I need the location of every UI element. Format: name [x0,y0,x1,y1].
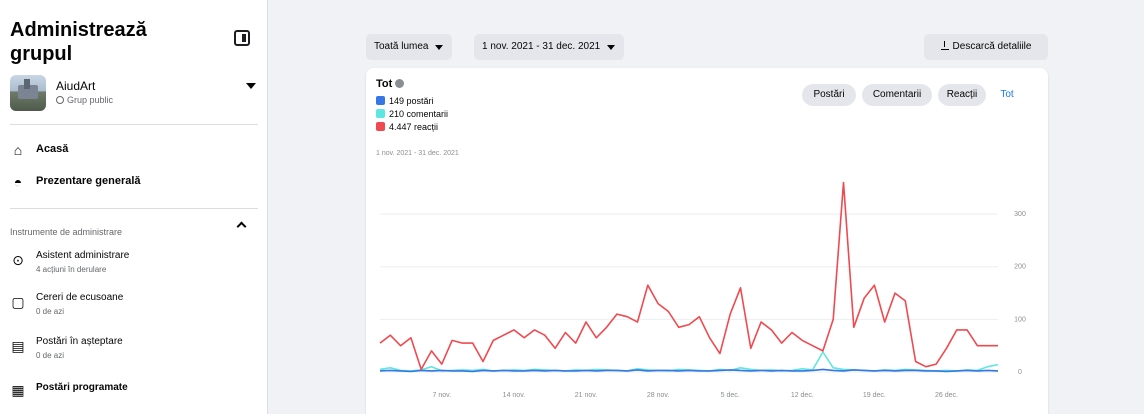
sidebar-item-sub: 0 de azi [36,307,65,316]
caret-down-icon [607,45,616,50]
card-title-text: Tot [376,78,393,90]
tab-posts[interactable]: Postări [802,84,856,106]
y-tick-label: 200 [1014,264,1026,271]
tab-all[interactable]: Tot [992,84,1022,106]
audience-filter-label: Toată lumea [374,41,429,52]
legend-swatch [376,122,385,131]
download-details-label: Descarcă detaliile [952,41,1032,52]
sidebar-item-label: Acasă [36,143,69,155]
sidebar-item-label: Postări programate [36,382,128,393]
y-tick-label: 0 [1018,369,1022,376]
y-tick-label: 300 [1014,211,1026,218]
activity-card: Tot 149 postări 210 comentarii 4.447 rea… [366,68,1048,414]
tab-reactions[interactable]: Reacții [938,84,986,106]
group-switcher[interactable]: AiudArt Grup public [10,75,260,115]
legend-swatch [376,109,385,118]
x-tick-label: 26 dec. [935,392,958,399]
sidebar-item-admin-assist[interactable]: ⊙ Asistent administrare 4 acțiuni în der… [10,248,260,276]
x-tick-label: 19 dec. [863,392,886,399]
group-privacy-label: Grup public [67,95,114,105]
sidebar-item-label: Asistent administrare [36,250,130,261]
x-tick-label: 7 nov. [433,392,452,399]
legend-swatch [376,96,385,105]
activity-chart: 0 100 200 300 7 nov. 14 nov. 21 nov. 28 nov. 5 d… [379,181,1026,399]
chart-legend: 149 postări 210 comentarii 4.447 reacții [376,96,448,135]
group-avatar [10,75,46,111]
x-tick-label: 12 dec. [791,392,814,399]
legend-label: 210 comentarii [389,109,449,119]
series-line [379,181,998,371]
date-range-filter-label: 1 nov. 2021 - 31 dec. 2021 [482,41,601,52]
sidebar-item-label: Prezentare generală [36,175,141,187]
admin-tools-section-header[interactable]: Instrumente de administrare [10,221,260,238]
x-tick-label: 21 nov. [575,392,597,399]
sidebar: Administrează grupul AiudArt Grup public… [0,0,268,414]
x-tick-label: 5 dec. [721,392,740,399]
overview-icon: ◓ [13,174,23,190]
sidebar-title: Administrează grupul [10,19,147,65]
download-details-button[interactable]: Descarcă detaliile [924,34,1048,60]
download-icon [940,41,949,50]
section-label: Instrumente de administrare [10,227,123,237]
admin-assist-icon: ⊙ [12,252,24,268]
sidebar-item-badge-requests[interactable]: ▢ Cereri de ecusoane 0 de azi [10,290,260,318]
date-range-filter[interactable]: 1 nov. 2021 - 31 dec. 2021 [474,34,625,60]
badge-icon: ▢ [11,294,25,310]
group-name: AiudArt [56,79,96,93]
tab-comments[interactable]: Comentarii [862,84,932,106]
home-icon: ⌂ [13,142,23,158]
main-content: Toată lumea 1 nov. 2021 - 31 dec. 2021 D… [268,0,1144,414]
group-privacy: Grup public [56,95,113,105]
divider [10,208,258,209]
caret-down-icon[interactable] [246,83,256,89]
y-tick-label: 100 [1014,316,1026,323]
scheduled-posts-icon: ▦ [11,382,25,398]
sidebar-item-label: Cereri de ecusoane [36,292,124,303]
sidebar-item-sub: 4 acțiuni în derulare [36,265,107,274]
sidebar-item-overview[interactable]: ◓ Prezentare generală [10,170,260,198]
caret-down-icon [435,45,444,50]
legend-item: 210 comentarii [376,109,448,122]
card-title: Tot [376,78,405,90]
legend-item: 149 postări [376,96,448,109]
legend-label: 4.447 reacții [389,122,439,132]
legend-item: 4.447 reacții [376,122,448,135]
x-tick-label: 14 nov. [503,392,525,399]
legend-label: 149 postări [389,96,434,106]
audience-filter[interactable]: Toată lumea [366,34,453,60]
info-icon[interactable] [395,79,405,88]
sidebar-item-sub: 0 de azi [36,351,65,360]
divider [10,124,258,125]
chart-date-range: 1 nov. 2021 - 31 dec. 2021 [376,150,459,157]
chevron-up-icon[interactable] [236,221,247,232]
sidebar-item-home[interactable]: ⌂ Acasă [10,138,260,166]
globe-icon [56,96,64,104]
series-line [379,351,999,372]
sidebar-item-pending-posts[interactable]: ▤ Postări în așteptare 0 de azi [10,334,260,362]
pending-posts-icon: ▤ [11,338,25,354]
x-tick-label: 28 nov. [647,392,669,399]
collapse-sidebar-icon[interactable] [234,30,250,46]
sidebar-item-scheduled-posts[interactable]: ▦ Postări programate [10,378,260,406]
sidebar-item-label: Postări în așteptare [36,336,123,347]
